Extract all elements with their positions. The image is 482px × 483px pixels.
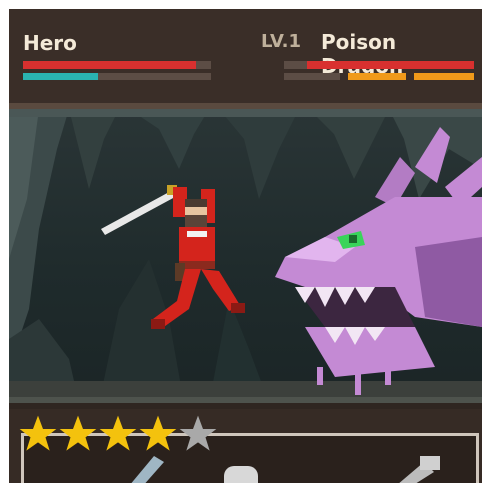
hero-health-bar bbox=[23, 61, 211, 69]
battle-scene bbox=[9, 109, 482, 403]
game-screen: Hero LV.1 Poison Dragon bbox=[9, 9, 482, 483]
skull-item-icon bbox=[224, 466, 258, 483]
enemy-energy-segments bbox=[284, 73, 474, 80]
enemy-level: LV.1 bbox=[261, 31, 301, 52]
enemy-name: Poison Dragon bbox=[321, 30, 403, 78]
battle-hud: Hero LV.1 Poison Dragon bbox=[9, 9, 482, 105]
enemy-health-fill bbox=[306, 61, 474, 69]
poison-dragon-sprite bbox=[275, 127, 482, 395]
enemy-energy-segment bbox=[348, 73, 406, 80]
star-filled-icon bbox=[19, 415, 57, 451]
enemy-energy-segment bbox=[414, 73, 474, 80]
star-filled-icon bbox=[59, 415, 97, 451]
hero-energy-bar bbox=[23, 73, 211, 80]
enemy-health-bar bbox=[284, 61, 474, 69]
sword-item-icon bbox=[131, 456, 164, 483]
hero-name: Hero bbox=[23, 31, 77, 55]
star-rating bbox=[18, 414, 218, 454]
star-filled-icon bbox=[99, 415, 137, 451]
hero-energy-fill bbox=[23, 73, 99, 80]
hero-health-fill bbox=[23, 61, 196, 69]
enemy-energy-segment-empty bbox=[284, 73, 340, 80]
hero-sprite bbox=[101, 185, 245, 329]
star-empty-icon bbox=[179, 415, 217, 451]
star-filled-icon bbox=[139, 415, 177, 451]
